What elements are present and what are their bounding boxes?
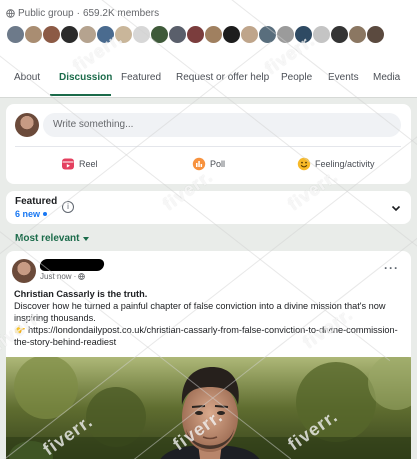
group-tabs: About Discussion Featured Request or off…	[0, 60, 417, 97]
featured-new-count: 6 new	[15, 209, 48, 219]
member-count[interactable]: 659.2K members	[83, 8, 159, 19]
globe-icon	[6, 9, 15, 18]
avatar[interactable]	[348, 25, 367, 44]
avatar[interactable]	[6, 25, 25, 44]
write-something-input[interactable]: Write something...	[43, 113, 401, 137]
feeling-activity-label: Feeling/activity	[315, 159, 375, 169]
tab-request-or-offer-help[interactable]: Request or offer help	[176, 72, 269, 83]
featured-section[interactable]: Featured 6 new i	[6, 191, 411, 224]
avatar[interactable]	[60, 25, 79, 44]
avatar[interactable]	[330, 25, 349, 44]
post-link[interactable]: https://londondailypost.co.uk/christian-…	[14, 325, 398, 347]
avatar[interactable]	[78, 25, 97, 44]
group-meta: Public group · 659.2K members	[6, 8, 159, 19]
post-text: Christian Cassarly is the truth. Discove…	[14, 288, 404, 348]
tab-about[interactable]: About	[14, 72, 40, 83]
post-link-row: 👉 https://londondailypost.co.uk/christia…	[14, 324, 404, 348]
info-icon[interactable]: i	[62, 201, 74, 213]
post-headline: Christian Cassarly is the truth.	[14, 289, 148, 299]
avatar[interactable]	[186, 25, 205, 44]
reel-icon	[62, 158, 74, 170]
avatar[interactable]	[132, 25, 151, 44]
divider	[0, 97, 417, 98]
avatar[interactable]	[366, 25, 385, 44]
tab-people[interactable]: People	[281, 72, 312, 83]
member-avatars[interactable]	[6, 25, 385, 44]
sort-label: Most relevant	[15, 233, 80, 244]
reel-label: Reel	[79, 159, 98, 169]
avatar[interactable]	[42, 25, 61, 44]
poll-button[interactable]: Poll	[192, 157, 225, 171]
avatar[interactable]	[222, 25, 241, 44]
avatar[interactable]	[258, 25, 277, 44]
avatar[interactable]	[276, 25, 295, 44]
reel-button[interactable]: Reel	[61, 157, 98, 171]
pointing-hand-icon: 👉	[14, 325, 26, 335]
photo-image	[6, 357, 411, 459]
group-privacy: Public group	[18, 8, 74, 19]
poll-label: Poll	[210, 159, 226, 169]
avatar[interactable]	[114, 25, 133, 44]
tab-featured[interactable]: Featured	[121, 72, 161, 83]
avatar[interactable]	[24, 25, 43, 44]
feed-post: Just now · ··· Christian Cassarly is the…	[6, 251, 411, 459]
featured-title: Featured	[15, 196, 58, 207]
post-timestamp[interactable]: Just now ·	[40, 272, 86, 281]
avatar[interactable]	[150, 25, 169, 44]
sort-dropdown[interactable]: Most relevant	[15, 233, 90, 244]
avatar[interactable]	[168, 25, 187, 44]
avatar[interactable]	[204, 25, 223, 44]
chevron-down-icon[interactable]	[391, 203, 401, 213]
avatar[interactable]	[12, 259, 36, 283]
divider	[15, 146, 401, 147]
active-tab-indicator	[50, 94, 111, 96]
tab-events[interactable]: Events	[328, 72, 359, 83]
poll-icon	[192, 157, 206, 171]
avatar[interactable]	[294, 25, 313, 44]
tab-media[interactable]: Media	[373, 72, 400, 83]
avatar[interactable]	[96, 25, 115, 44]
avatar[interactable]	[240, 25, 259, 44]
globe-icon	[78, 273, 86, 280]
more-options-button[interactable]: ···	[384, 261, 399, 275]
post-composer: Write something... Reel Poll Feeling/act…	[6, 104, 411, 184]
feeling-icon	[297, 157, 311, 171]
avatar[interactable]	[312, 25, 331, 44]
post-photo[interactable]	[6, 357, 411, 459]
redacted-author-name	[38, 259, 106, 271]
caret-down-icon	[83, 236, 90, 241]
avatar[interactable]	[15, 113, 39, 137]
feeling-activity-button[interactable]: Feeling/activity	[297, 157, 375, 171]
tab-discussion[interactable]: Discussion	[59, 72, 112, 83]
new-dot-icon	[43, 212, 48, 216]
post-body-text: Discover how he turned a painful chapter…	[14, 301, 386, 323]
